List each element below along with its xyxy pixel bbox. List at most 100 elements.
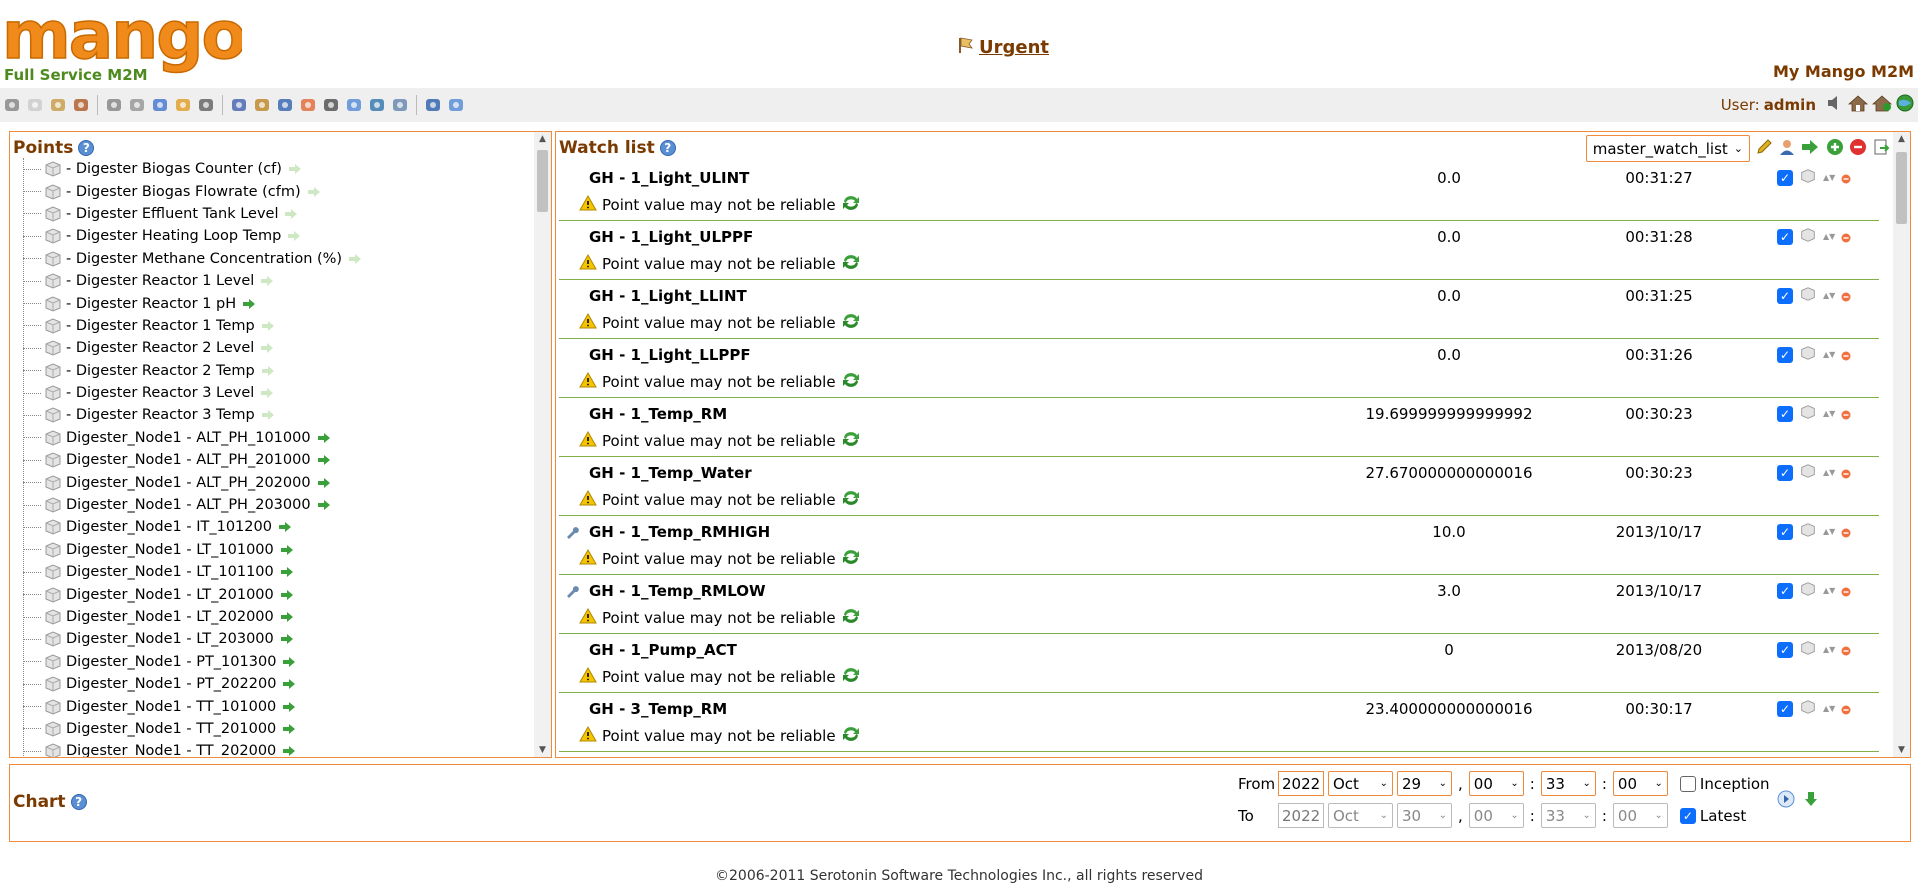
chart-checkbox[interactable]: ✓ (1777, 583, 1793, 599)
wrench-icon[interactable] (565, 524, 579, 539)
add-to-watchlist-arrow-icon[interactable] (317, 454, 331, 466)
point-tree-item[interactable]: Digester_Node1 - TT_202000 (23, 740, 533, 757)
to-hour-select[interactable]: 00 ⌄ (1468, 803, 1524, 828)
point-tree-item[interactable]: Digester_Node1 - IT_101200 (23, 516, 533, 538)
remove-point-icon[interactable] (1841, 700, 1851, 719)
point-tree-item[interactable]: Digester_Node1 - LT_202000 (23, 606, 533, 628)
point-tree-item[interactable]: Digester_Node1 - LT_101000 (23, 539, 533, 561)
urgent-link[interactable]: Urgent (957, 36, 1049, 59)
set-home-icon[interactable] (1871, 94, 1893, 116)
points-help-icon[interactable]: ? (78, 140, 95, 156)
point-tree-item[interactable]: - Digester Reactor 1 pH (23, 292, 533, 314)
add-to-watchlist-arrow-icon[interactable] (282, 723, 296, 735)
add-to-watchlist-arrow-icon[interactable] (282, 701, 296, 713)
move-up-down-icon[interactable]: ▲▼ (1823, 292, 1835, 300)
refresh-icon[interactable] (841, 194, 861, 216)
compound-events-icon[interactable] (150, 95, 170, 115)
chart-checkbox[interactable]: ✓ (1777, 524, 1793, 540)
point-tree-item[interactable]: Digester_Node1 - TT_101000 (23, 695, 533, 717)
from-second-select[interactable]: 00 ⌄ (1612, 771, 1668, 796)
remove-point-icon[interactable] (1841, 287, 1851, 306)
sound-icon[interactable] (1826, 94, 1844, 116)
emport-icon[interactable] (367, 95, 387, 115)
remove-point-icon[interactable] (1841, 582, 1851, 601)
download-arrow-icon[interactable] (1804, 791, 1818, 811)
move-up-down-icon[interactable]: ▲▼ (1823, 233, 1835, 241)
scroll-up-icon[interactable]: ▲ (1893, 132, 1910, 146)
export-icon[interactable] (1872, 138, 1890, 160)
refresh-icon[interactable] (841, 666, 861, 688)
watch-list-select[interactable]: master_watch_list ⌄ (1585, 135, 1750, 162)
remove-point-icon[interactable] (1841, 523, 1851, 542)
refresh-icon[interactable] (841, 253, 861, 275)
chart-checkbox[interactable]: ✓ (1777, 229, 1793, 245)
refresh-chart-icon[interactable] (1776, 789, 1796, 813)
point-tree-item[interactable]: - Digester Reactor 1 Temp (23, 315, 533, 337)
remove-point-icon[interactable] (1841, 346, 1851, 365)
point-tree-item[interactable]: Digester_Node1 - ALT_PH_202000 (23, 471, 533, 493)
add-to-watchlist-arrow-icon[interactable] (282, 656, 296, 668)
wrench-icon[interactable] (565, 583, 579, 598)
chart-checkbox[interactable]: ✓ (1777, 465, 1793, 481)
point-tree-item[interactable]: - Digester Reactor 1 Level (23, 270, 533, 292)
chart-checkbox[interactable]: ✓ (1777, 701, 1793, 717)
move-up-down-icon[interactable]: ▲▼ (1823, 705, 1835, 713)
refresh-icon[interactable] (841, 725, 861, 747)
move-up-down-icon[interactable]: ▲▼ (1823, 351, 1835, 359)
point-tree-item[interactable]: Digester_Node1 - ALT_PH_201000 (23, 449, 533, 471)
refresh-icon[interactable] (841, 489, 861, 511)
point-tree-item[interactable]: - Digester Heating Loop Temp (23, 225, 533, 247)
delete-icon[interactable] (1849, 138, 1867, 160)
point-details-icon[interactable] (1799, 522, 1817, 542)
point-details-icon[interactable] (1799, 640, 1817, 660)
remove-point-icon[interactable] (1841, 641, 1851, 660)
mailing-lists-icon[interactable] (275, 95, 295, 115)
from-month-select[interactable]: Oct ⌄ (1328, 771, 1393, 796)
refresh-icon[interactable] (841, 548, 861, 570)
point-tree-item[interactable]: Digester_Node1 - PT_202200 (23, 673, 533, 695)
remove-point-icon[interactable] (1841, 228, 1851, 247)
home-icon[interactable] (1847, 94, 1869, 116)
refresh-icon[interactable] (841, 430, 861, 452)
logout-icon[interactable] (423, 95, 443, 115)
maintenance-events-icon[interactable] (321, 95, 341, 115)
add-to-watchlist-arrow-icon[interactable] (282, 745, 296, 757)
to-month-select[interactable]: Oct ⌄ (1328, 803, 1393, 828)
point-hierarchy-icon[interactable] (252, 95, 272, 115)
point-tree-item[interactable]: Digester_Node1 - ALT_PH_101000 (23, 427, 533, 449)
add-icon[interactable] (1826, 138, 1844, 160)
point-details-icon[interactable] (1799, 404, 1817, 424)
point-details-icon[interactable] (1799, 227, 1817, 247)
point-tree-item[interactable]: Digester_Node1 - TT_201000 (23, 718, 533, 740)
points-scrollbar[interactable]: ▲ ▼ (534, 132, 551, 757)
move-up-down-icon[interactable]: ▲▼ (1823, 174, 1835, 182)
point-details-icon[interactable] (1799, 168, 1817, 188)
point-details-icon[interactable] (1799, 581, 1817, 601)
move-up-down-icon[interactable]: ▲▼ (1823, 528, 1835, 536)
events-icon[interactable] (48, 95, 68, 115)
point-tree-item[interactable]: - Digester Biogas Flowrate (cfm) (23, 180, 533, 202)
point-tree-item[interactable]: Digester_Node1 - LT_201000 (23, 583, 533, 605)
add-to-watchlist-arrow-icon[interactable] (261, 409, 275, 421)
add-to-watchlist-arrow-icon[interactable] (280, 566, 294, 578)
add-to-watchlist-arrow-icon[interactable] (261, 320, 275, 332)
point-tree-item[interactable]: - Digester Reactor 3 Level (23, 382, 533, 404)
add-to-watchlist-arrow-icon[interactable] (280, 544, 294, 556)
point-details-icon[interactable] (1799, 345, 1817, 365)
publishers-icon[interactable] (298, 95, 318, 115)
copy-icon[interactable] (1801, 138, 1821, 160)
move-up-down-icon[interactable]: ▲▼ (1823, 646, 1835, 654)
point-tree-item[interactable]: - Digester Reactor 2 Level (23, 337, 533, 359)
point-tree-item[interactable]: - Digester Effluent Tank Level (23, 203, 533, 225)
add-to-watchlist-arrow-icon[interactable] (261, 365, 275, 377)
point-details-icon[interactable] (1799, 286, 1817, 306)
language-globe-icon[interactable] (1896, 94, 1914, 116)
chart-checkbox[interactable]: ✓ (1777, 347, 1793, 363)
refresh-icon[interactable] (841, 371, 861, 393)
add-to-watchlist-arrow-icon[interactable] (280, 589, 294, 601)
watch-list-icon[interactable] (2, 95, 22, 115)
scroll-down-icon[interactable]: ▼ (1893, 743, 1910, 757)
point-tree-item[interactable]: - Digester Reactor 2 Temp (23, 360, 533, 382)
point-details-icon[interactable] (1799, 463, 1817, 483)
add-to-watchlist-arrow-icon[interactable] (317, 477, 331, 489)
